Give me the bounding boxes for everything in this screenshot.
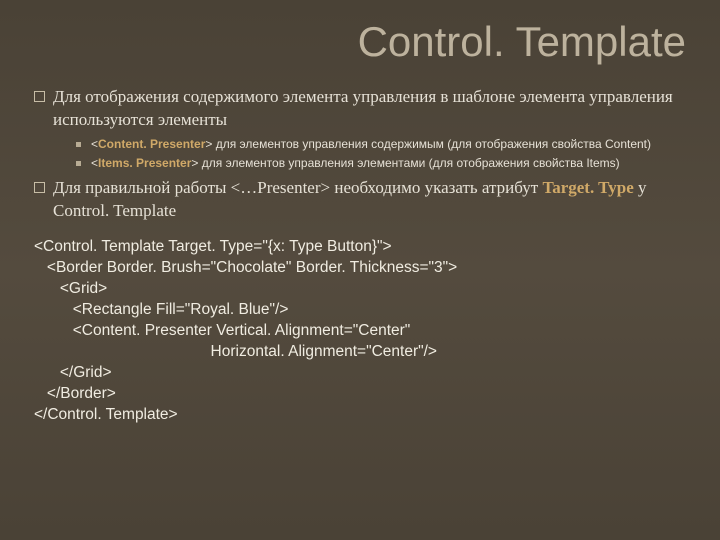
bullet-icon bbox=[34, 91, 45, 102]
sub-bullet-2: <Items. Presenter> для элементов управле… bbox=[76, 155, 686, 172]
bullet-2-pre: Для правильной работы <…Presenter> необх… bbox=[53, 178, 542, 197]
code-line: <Rectangle Fill="Royal. Blue"/> bbox=[34, 300, 686, 321]
code-line: <Content. Presenter Vertical. Alignment=… bbox=[34, 321, 686, 342]
code-line: </Grid> bbox=[34, 363, 686, 384]
sub-bullets: <Content. Presenter> для элементов управ… bbox=[76, 136, 686, 172]
code-block: <Control. Template Target. Type="{x: Typ… bbox=[34, 237, 686, 425]
code-line: <Grid> bbox=[34, 279, 686, 300]
sub-bullet-1-text: <Content. Presenter> для элементов управ… bbox=[91, 136, 651, 153]
sub-2-suffix: > для элементов управления элементами (д… bbox=[191, 156, 619, 170]
sub-bullet-2-text: <Items. Presenter> для элементов управле… bbox=[91, 155, 620, 172]
slide-title: Control. Template bbox=[34, 18, 686, 66]
code-line: </Control. Template> bbox=[34, 405, 686, 426]
sub-1-prefix: < bbox=[91, 137, 98, 151]
sub-bullet-icon bbox=[76, 142, 81, 147]
bullet-1: Для отображения содержимого элемента упр… bbox=[34, 86, 686, 132]
bullet-1-text: Для отображения содержимого элемента упр… bbox=[53, 86, 686, 132]
sub-2-prefix: < bbox=[91, 156, 98, 170]
bullet-2-text: Для правильной работы <…Presenter> необх… bbox=[53, 177, 686, 223]
sub-1-suffix: > для элементов управления содержимым (д… bbox=[205, 137, 651, 151]
code-line: Horizontal. Alignment="Center"/> bbox=[34, 342, 686, 363]
sub-bullet-icon bbox=[76, 161, 81, 166]
sub-1-keyword: Content. Presenter bbox=[98, 137, 205, 151]
bullet-icon bbox=[34, 182, 45, 193]
sub-2-keyword: Items. Presenter bbox=[98, 156, 191, 170]
bullet-2-keyword: Target. Type bbox=[542, 178, 633, 197]
bullet-2: Для правильной работы <…Presenter> необх… bbox=[34, 177, 686, 223]
slide: Control. Template Для отображения содерж… bbox=[0, 0, 720, 540]
code-line: </Border> bbox=[34, 384, 686, 405]
sub-bullet-1: <Content. Presenter> для элементов управ… bbox=[76, 136, 686, 153]
code-line: <Border Border. Brush="Chocolate" Border… bbox=[34, 258, 686, 279]
code-line: <Control. Template Target. Type="{x: Typ… bbox=[34, 237, 686, 258]
